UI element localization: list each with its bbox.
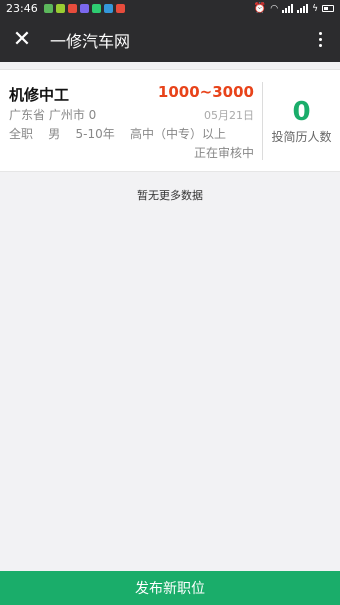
applicant-count: 0: [292, 97, 311, 127]
no-more-data-text: 暂无更多数据: [137, 189, 203, 202]
more-dot-icon: [318, 38, 322, 41]
app-notif-icon: [79, 4, 89, 13]
post-new-job-button[interactable]: 发布新职位: [0, 571, 340, 605]
close-button[interactable]: ✕: [0, 17, 44, 62]
more-dot-icon: [318, 32, 322, 35]
job-info: 机修中工 1000~3000 广东省 广州市 0 05月21日 全职 男 5-1…: [9, 70, 254, 173]
wifi-icon: ◠: [270, 3, 279, 14]
applicant-count-label: 投简历人数: [271, 130, 332, 144]
app-notif-icon: [67, 4, 77, 13]
charging-icon: ϟ: [312, 3, 318, 14]
battery-icon: [322, 5, 334, 12]
job-review-status: 正在审核中: [193, 146, 254, 160]
app-notif-icon: [103, 4, 113, 13]
close-icon: ✕: [12, 27, 32, 52]
job-card[interactable]: 机修中工 1000~3000 广东省 广州市 0 05月21日 全职 男 5-1…: [0, 69, 340, 172]
wechat-icon: [91, 4, 101, 13]
more-options-button[interactable]: [300, 17, 340, 62]
app-notif-icon: [55, 4, 65, 13]
app-notif-icon: [115, 4, 125, 13]
alarm-icon: ⏰: [253, 3, 267, 14]
notification-icons: [43, 4, 128, 13]
applicant-count-box[interactable]: 0 投简历人数: [263, 70, 340, 173]
app-notif-icon: [43, 4, 53, 13]
signal-icon: [282, 4, 294, 13]
job-salary: 1000~3000: [157, 83, 254, 101]
app-title: 一修汽车网: [50, 31, 131, 51]
app-bar: ✕ 一修汽车网: [0, 17, 340, 62]
job-location: 广东省 广州市 0: [9, 108, 97, 122]
more-dot-icon: [318, 44, 322, 47]
job-requirements: 全职 男 5-10年 高中（中专）以上: [9, 127, 227, 141]
status-time: 23:46: [6, 2, 38, 15]
signal-icon: [297, 4, 309, 13]
job-date: 05月21日: [204, 109, 254, 122]
status-indicators: ⏰ ◠ ϟ: [254, 3, 334, 14]
job-title: 机修中工: [9, 86, 70, 104]
status-bar: 23:46 ⏰ ◠ ϟ: [0, 0, 340, 17]
